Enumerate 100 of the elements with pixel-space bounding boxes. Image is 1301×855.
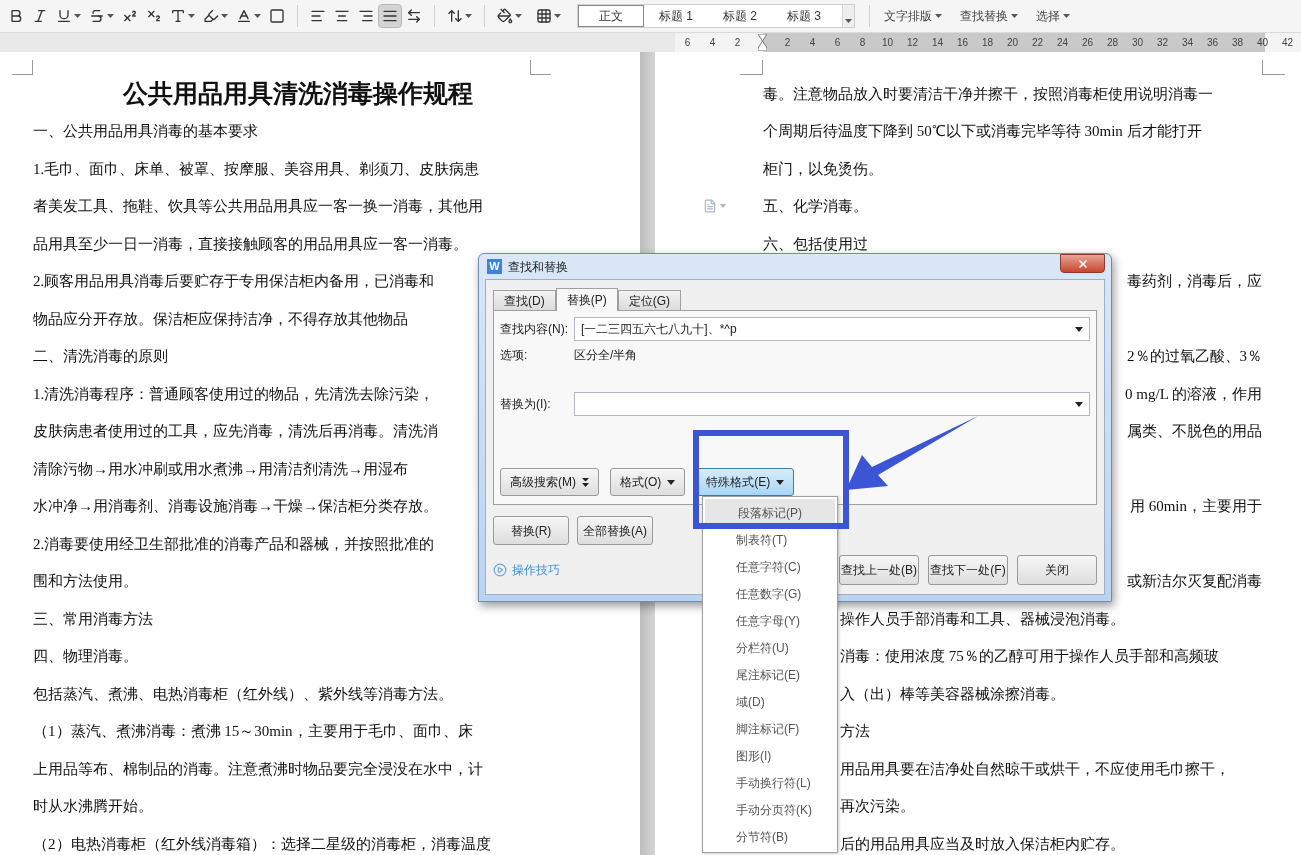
paragraph-line: 操作人员手部消毒和工具、器械浸泡消毒。 xyxy=(840,609,1125,628)
caret-icon xyxy=(74,14,81,18)
menu-item[interactable]: 图形(I) xyxy=(703,742,837,769)
menu-item[interactable]: 制表符(T) xyxy=(703,526,837,553)
close-button[interactable] xyxy=(1060,254,1105,273)
caret-icon xyxy=(515,14,522,18)
menu-item[interactable]: 分节符(B) xyxy=(703,823,837,850)
style-item[interactable]: 标题 3 xyxy=(772,5,836,27)
close-icon xyxy=(1076,257,1089,270)
paragraph-line: 0 mg/L 的溶液，作用 xyxy=(1125,384,1262,403)
superscript-icon xyxy=(122,8,138,24)
paragraph-line: （2）电热消毒柜（红外线消毒箱）：选择二星级的消毒柜，消毒温度 xyxy=(33,834,491,853)
underline-icon xyxy=(56,8,72,24)
paragraph-line: 品用具至少一日一消毒，直接接触顾客的用品用具应一客一消毒。 xyxy=(33,234,468,253)
dialog-tab[interactable]: 查找(D) xyxy=(493,290,556,310)
ruler-number: 12 xyxy=(905,36,920,50)
bold-icon xyxy=(8,8,24,24)
menu-item[interactable]: 手动分页符(K) xyxy=(703,796,837,823)
gallery-scroll[interactable] xyxy=(842,5,854,27)
options-value: 区分全/半角 xyxy=(574,347,638,364)
toolbar-menu[interactable]: 选择 xyxy=(1032,4,1074,28)
ruler-number: 20 xyxy=(1005,36,1020,50)
ruler-number: 40 xyxy=(1255,36,1270,50)
menu-item[interactable]: 手动换行符(L) xyxy=(703,769,837,796)
paragraph-line: 1.毛巾、面巾、床单、被罩、按摩服、美容用具、剃须刀、皮肤病患 xyxy=(33,159,480,178)
caret-icon xyxy=(188,14,195,18)
ruler-number: 42 xyxy=(1280,36,1295,50)
paragraph-line: 柜门，以免烫伤。 xyxy=(763,159,883,178)
paragraph-line: 再次污染。 xyxy=(840,797,915,816)
menu-item[interactable]: 尾注标记(E) xyxy=(703,661,837,688)
menu-item[interactable]: 域(D) xyxy=(703,688,837,715)
caret-icon xyxy=(554,14,561,18)
caret-icon xyxy=(935,14,942,18)
paragraph-line: 属类、不脱色的用品 xyxy=(1127,422,1262,441)
nav-button[interactable]: 查找上一处(B) xyxy=(839,555,919,585)
caret-icon xyxy=(254,14,261,18)
style-item[interactable]: 标题 1 xyxy=(644,5,708,27)
style-item[interactable]: 标题 2 xyxy=(708,5,772,27)
caret-icon xyxy=(107,14,114,18)
paragraph-line: 围和方法使用。 xyxy=(33,572,138,591)
text-effect-icon xyxy=(170,8,186,24)
paragraph-line: 者美发工具、拖鞋、饮具等公共用品用具应一客一换一消毒，其他用 xyxy=(33,197,483,216)
document-title: 公共用品用具清洗消毒操作规程 xyxy=(123,78,473,109)
dropdown-button[interactable]: 特殊格式(E) xyxy=(696,468,795,496)
distribute-icon xyxy=(406,8,422,24)
paragraph-line: 二、清洗消毒的原则 xyxy=(33,347,168,366)
ruler-number: 34 xyxy=(1180,36,1195,50)
paragraph-line: 个周期后待温度下降到 50℃以下或消毒完毕等待 30min 后才能打开 xyxy=(763,122,1202,141)
ruler-number: 36 xyxy=(1205,36,1220,50)
paragraph-line: 四、物理消毒。 xyxy=(33,647,138,666)
app-logo: W xyxy=(487,259,502,274)
paragraph-line: （1）蒸汽、煮沸消毒：煮沸 15～30min，主要用于毛巾、面巾、床 xyxy=(33,722,473,741)
paragraph-line: 消毒：使用浓度 75％的乙醇可用于操作人员手部和高频玻 xyxy=(840,647,1219,666)
crop-mark xyxy=(740,60,763,75)
caret-icon xyxy=(221,14,228,18)
field-label: 选项: xyxy=(500,347,529,364)
paragraph-line: 入（出）棒等美容器械涂擦消毒。 xyxy=(840,684,1065,703)
strikethrough-icon xyxy=(89,8,105,24)
menu-item[interactable]: 分栏符(U) xyxy=(703,634,837,661)
paragraph-line: 三、常用消毒方法 xyxy=(33,609,153,628)
caret-icon xyxy=(465,14,472,18)
paragraph-line: 毒药剂，消毒后，应 xyxy=(1127,272,1262,291)
field-label: 替换为(I): xyxy=(500,396,552,413)
nav-button[interactable]: 查找下一处(F) xyxy=(928,555,1008,585)
dropdown-button[interactable]: 高级搜索(M) xyxy=(500,468,599,496)
ruler-number: 24 xyxy=(1055,36,1070,50)
paragraph-line: 六、包括使用过 xyxy=(763,234,868,253)
paragraph-line: 清除污物→用水冲刷或用水煮沸→用清洁剂清洗→用湿布 xyxy=(33,459,408,478)
italic-icon xyxy=(32,8,48,24)
indent-marker-icon[interactable] xyxy=(758,34,767,51)
ruler-number: 6 xyxy=(683,36,692,50)
caret-icon xyxy=(1011,14,1018,18)
dropdown-button[interactable]: 格式(O) xyxy=(610,468,686,496)
ruler-number: 2 xyxy=(733,36,742,50)
ruler-number: 8 xyxy=(858,36,867,50)
paragraph-line: 2.顾客用品用具消毒后要贮存于专用保洁柜内备用，已消毒和 xyxy=(33,272,435,291)
menu-item[interactable]: 任意数字(G) xyxy=(703,580,837,607)
paragraph-line: 上用品等布、棉制品的消毒。注意煮沸时物品要完全浸没在水中，计 xyxy=(33,759,483,778)
align-justify-button[interactable] xyxy=(378,4,402,28)
ruler-number: 4 xyxy=(708,36,717,50)
menu-item[interactable]: 任意字符(C) xyxy=(703,553,837,580)
paragraph-line: 2.消毒要使用经卫生部批准的消毒产品和器械，并按照批准的 xyxy=(33,534,435,553)
toolbar-menu[interactable]: 查找替换 xyxy=(956,4,1022,28)
nav-button[interactable]: 关闭 xyxy=(1017,555,1097,585)
menu-item[interactable]: 脚注标记(F) xyxy=(703,715,837,742)
menu-item[interactable]: 任意字母(Y) xyxy=(703,607,837,634)
paragraph-line: 2％的过氧乙酸、3％ xyxy=(1127,347,1262,366)
paragraph-line: 用品用具要在洁净处自然晾干或烘干，不应使用毛巾擦干， xyxy=(840,759,1230,778)
toolbar-menu[interactable]: 文字排版 xyxy=(880,4,946,28)
line-spacing-icon xyxy=(447,8,463,24)
paragraph-line: 方法 xyxy=(840,722,870,741)
style-item[interactable]: 正文 xyxy=(578,5,644,27)
action-button[interactable]: 替换(R) xyxy=(493,516,569,545)
dialog-tab[interactable]: 定位(G) xyxy=(617,290,681,310)
find-combobox[interactable]: [一二三四五六七八九十]、*^p xyxy=(574,317,1090,341)
dialog-tab[interactable]: 替换(P) xyxy=(555,288,618,311)
dialog-title: 查找和替换 xyxy=(508,258,568,276)
action-button[interactable]: 全部替换(A) xyxy=(577,516,653,545)
ruler-number: 18 xyxy=(980,36,995,50)
ruler-number: 4 xyxy=(808,36,817,50)
